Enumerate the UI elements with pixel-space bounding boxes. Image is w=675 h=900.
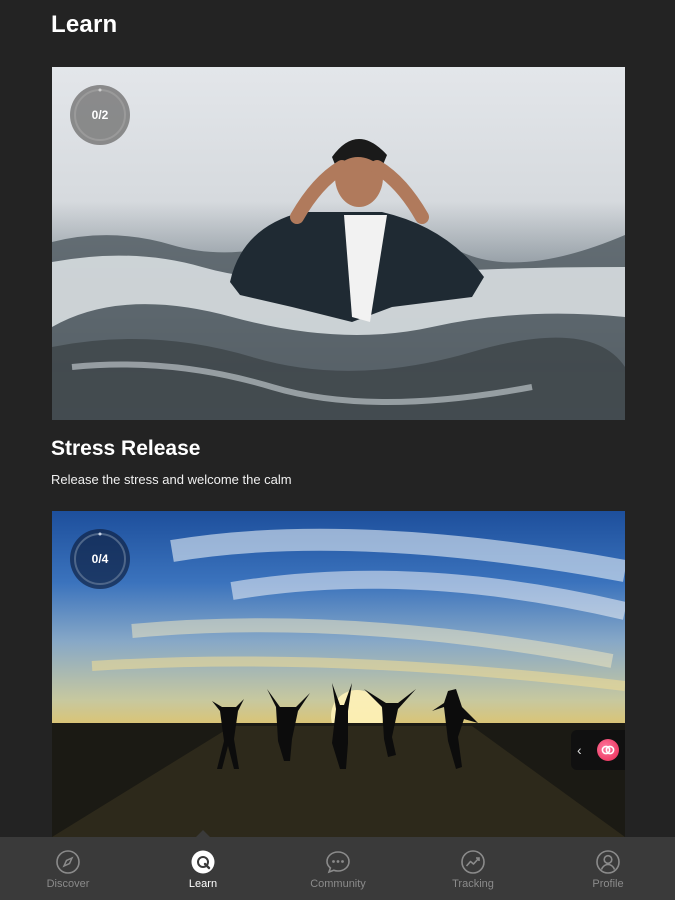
nav-item-learn[interactable]: Learn: [148, 830, 258, 900]
nav-label: Tracking: [452, 878, 494, 890]
nav-item-profile[interactable]: Profile: [553, 837, 663, 900]
nav-label: Profile: [592, 878, 624, 890]
progress-label: 0/4: [91, 552, 109, 566]
bottom-navigation: Discover Learn Community Tracking Profil…: [0, 830, 675, 900]
card-subtitle: Release the stress and welcome the calm: [51, 472, 292, 487]
chevron-left-icon[interactable]: ‹: [577, 742, 591, 758]
floating-side-widget[interactable]: ‹: [571, 730, 625, 770]
sunset-card-image[interactable]: 0/4: [52, 511, 625, 837]
app-badge-icon[interactable]: [597, 739, 619, 761]
active-indicator: [196, 830, 210, 837]
card-title[interactable]: Stress Release: [51, 437, 200, 461]
nav-label: Discover: [46, 878, 90, 890]
people-jumping-at-sunset-photo: [52, 528, 625, 837]
compass-icon: [56, 850, 80, 874]
learn-icon: [191, 850, 215, 874]
page-title: Learn: [51, 11, 118, 38]
progress-ring: 0/4: [69, 528, 131, 590]
progress-ring: 0/2: [69, 84, 131, 146]
nav-item-discover[interactable]: Discover: [13, 837, 123, 900]
nav-label: Community: [310, 878, 366, 890]
nav-item-community[interactable]: Community: [283, 837, 393, 900]
man-in-ocean-waves-photo: [52, 138, 625, 420]
stress-release-card-image[interactable]: 0/2: [52, 67, 625, 420]
nav-item-tracking[interactable]: Tracking: [418, 837, 528, 900]
nav-label: Learn: [188, 878, 218, 890]
user-icon: [596, 850, 620, 874]
trend-chart-icon: [461, 850, 485, 874]
chat-bubble-icon: [326, 851, 350, 874]
progress-label: 0/2: [91, 108, 109, 122]
